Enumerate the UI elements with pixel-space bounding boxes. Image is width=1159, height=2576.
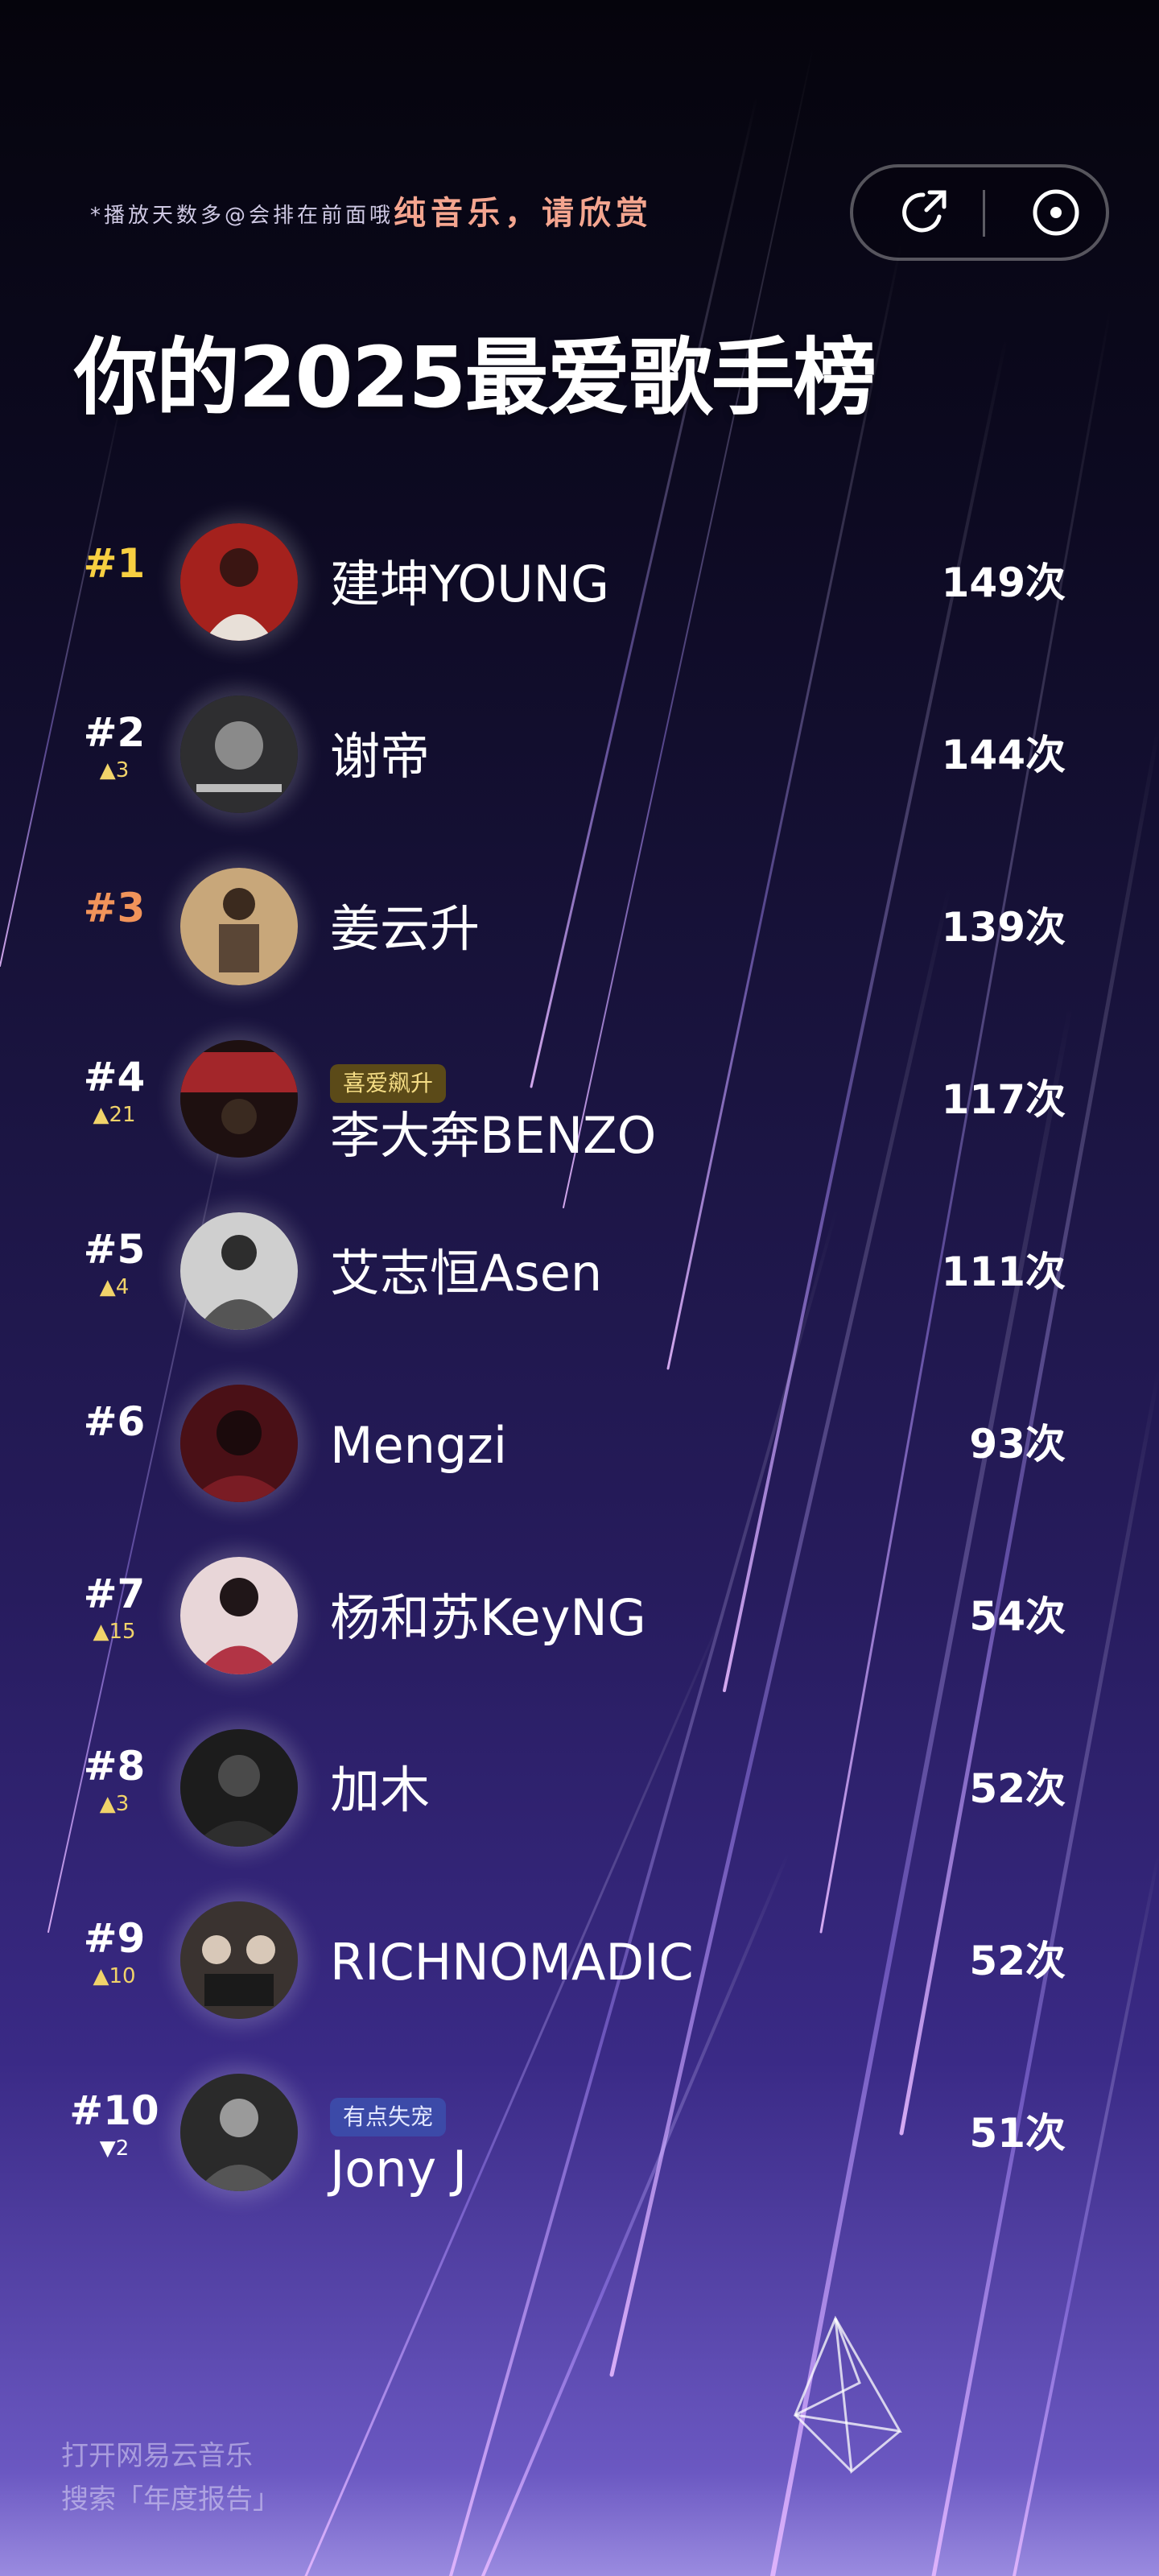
action-pill <box>850 164 1109 261</box>
ranking-row[interactable]: #3 姜云升 139次 <box>0 845 1159 1018</box>
artist-name: 加木 <box>330 1761 431 1819</box>
rank-change: ▲15 <box>93 1620 136 1644</box>
artist-avatar <box>180 523 298 641</box>
footer-line-1: 打开网易云音乐 <box>61 2440 253 2472</box>
rank-number: #5 <box>83 1226 146 1273</box>
artist-name: 艾志恒Asen <box>330 1244 603 1302</box>
play-count: 51次 <box>969 2110 1066 2157</box>
share-arrow-icon <box>902 190 947 233</box>
rank-number: #8 <box>83 1743 146 1790</box>
play-count: 52次 <box>969 1938 1066 1984</box>
artist-avatar <box>180 696 298 813</box>
play-count: 149次 <box>941 559 1066 606</box>
artist-avatar <box>180 1729 298 1847</box>
page-title: 你的2025最爱歌手榜 <box>74 328 876 427</box>
rank-change: ▲3 <box>99 1792 130 1816</box>
rank-number: #4 <box>83 1054 146 1100</box>
play-count: 117次 <box>941 1076 1066 1123</box>
paper-boat-illustration <box>793 2315 902 2474</box>
artist-name: Mengzi <box>330 1416 508 1475</box>
ranking-row[interactable]: #9 ▲10 RICHNOMADIC 52次 <box>0 1879 1159 2051</box>
footer-line-2: 搜索「年度报告」 <box>61 2483 280 2516</box>
artist-name: 建坤YOUNG <box>330 555 610 613</box>
vinyl-record-icon <box>1033 189 1079 236</box>
pill-divider <box>983 190 985 237</box>
rank-change: ▲10 <box>93 1964 136 1988</box>
artist-avatar <box>180 1040 298 1158</box>
note-accent: 纯音乐，请欣赏 <box>394 195 654 232</box>
share-button[interactable] <box>895 182 956 243</box>
artist-avatar <box>180 1212 298 1330</box>
note-text: *播放天数多@会排在前面哦 <box>90 204 394 228</box>
rank-number: #6 <box>83 1398 146 1445</box>
footer-hint: 打开网易云音乐 搜索「年度报告」 <box>61 2434 280 2521</box>
artist-name: 李大奔BENZO <box>330 1106 657 1165</box>
ranking-row[interactable]: #4 ▲21 喜爱飙升 李大奔BENZO 117次 <box>0 1018 1159 1190</box>
rank-change: ▼2 <box>99 2136 130 2161</box>
rank-number: #3 <box>83 885 146 931</box>
rank-change: ▲4 <box>99 1275 130 1299</box>
play-count: 139次 <box>941 904 1066 951</box>
ranking-row[interactable]: #2 ▲3 谢帝 144次 <box>0 673 1159 845</box>
artist-avatar <box>180 1557 298 1674</box>
play-count: 52次 <box>969 1765 1066 1812</box>
play-count: 144次 <box>941 732 1066 778</box>
ranking-row[interactable]: #6 Mengzi 93次 <box>0 1362 1159 1534</box>
artist-name: RICHNOMADIC <box>330 1933 694 1992</box>
rank-number: #1 <box>83 540 146 587</box>
ranking-row[interactable]: #5 ▲4 艾志恒Asen 111次 <box>0 1190 1159 1362</box>
artist-avatar <box>180 2074 298 2191</box>
status-tag: 喜爱飙升 <box>330 1064 447 1103</box>
artist-name: 姜云升 <box>330 899 481 958</box>
rank-number: #10 <box>69 2087 159 2134</box>
ranking-row[interactable]: #7 ▲15 杨和苏KeyNG 54次 <box>0 1534 1159 1707</box>
status-tag: 有点失宠 <box>330 2098 447 2136</box>
artist-avatar <box>180 868 298 985</box>
artist-name: 谢帝 <box>330 727 431 786</box>
play-count: 54次 <box>969 1593 1066 1640</box>
ranking-row[interactable]: #10 ▼2 有点失宠 Jony J 51次 <box>0 2051 1159 2223</box>
rank-number: #2 <box>83 709 146 756</box>
artist-avatar <box>180 1901 298 2019</box>
artist-avatar <box>180 1385 298 1502</box>
ranking-row[interactable]: #8 ▲3 加木 52次 <box>0 1707 1159 1879</box>
play-days-note: *播放天数多@会排在前面哦纯音乐，请欣赏 <box>90 187 653 233</box>
record-button[interactable] <box>1025 182 1087 243</box>
artist-name: 杨和苏KeyNG <box>330 1588 646 1647</box>
rank-change: ▲21 <box>93 1103 136 1127</box>
rank-number: #7 <box>83 1571 146 1617</box>
ranking-row[interactable]: #1 建坤YOUNG 149次 <box>0 501 1159 673</box>
play-count: 111次 <box>941 1249 1066 1295</box>
play-count: 93次 <box>969 1421 1066 1468</box>
rank-change: ▲3 <box>99 758 130 782</box>
artist-name: Jony J <box>330 2140 468 2198</box>
rank-number: #9 <box>83 1915 146 1962</box>
